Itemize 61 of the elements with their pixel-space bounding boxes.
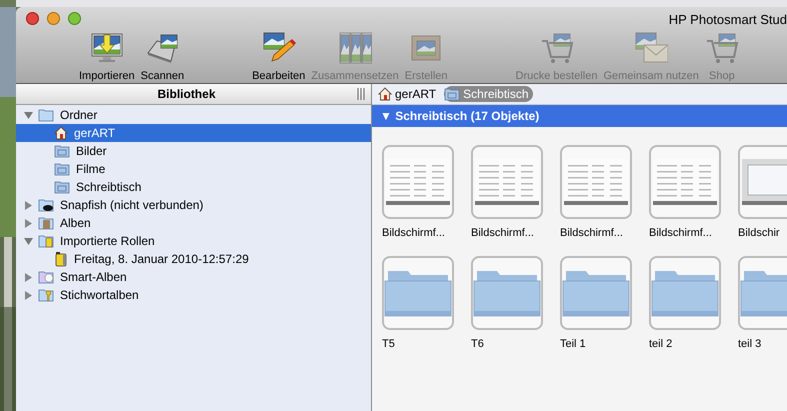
tree-item[interactable]: Schreibtisch bbox=[16, 178, 371, 196]
shopping-cart-icon bbox=[704, 31, 739, 65]
expanded-triangle-icon[interactable] bbox=[24, 110, 32, 120]
image-tile[interactable] bbox=[471, 145, 543, 219]
tree-item[interactable]: gerART bbox=[16, 124, 371, 142]
folder-icon bbox=[444, 87, 460, 101]
section-header[interactable]: ▼ Schreibtisch (17 Objekte) bbox=[372, 105, 787, 127]
folder-tile[interactable] bbox=[649, 256, 721, 330]
folder-icon bbox=[54, 162, 70, 176]
film-roll-icon bbox=[54, 251, 68, 267]
folder-book-icon bbox=[38, 216, 54, 230]
item-label: Teil 1 bbox=[560, 336, 586, 352]
item-label: Bildschirmf... bbox=[382, 226, 445, 241]
expanded-triangle-icon[interactable] bbox=[24, 236, 32, 246]
sidebar-title: Bibliothek bbox=[156, 86, 216, 103]
item-label: Bildschir bbox=[738, 226, 780, 241]
tree-item[interactable]: Alben bbox=[16, 214, 371, 232]
folder-icon bbox=[54, 144, 70, 158]
image-tile[interactable] bbox=[649, 145, 721, 219]
tree-item[interactable]: Filme bbox=[16, 160, 371, 178]
close-button[interactable] bbox=[26, 12, 39, 25]
window-title: HP Photosmart Stud bbox=[668, 11, 787, 29]
folder-icon bbox=[54, 180, 70, 194]
photo-panels-icon bbox=[338, 31, 372, 65]
monitor-download-icon bbox=[90, 31, 124, 65]
item-label: teil 2 bbox=[649, 336, 672, 352]
item-label: T6 bbox=[471, 336, 484, 352]
folder-film-roll-icon bbox=[38, 234, 54, 248]
image-tile[interactable] bbox=[382, 145, 454, 219]
toolbar-button[interactable]: Importieren bbox=[76, 31, 138, 84]
item-label: Bildschirmf... bbox=[471, 226, 534, 241]
tree-item[interactable]: Bilder bbox=[16, 142, 371, 160]
toolbar-button[interactable]: Scannen bbox=[138, 31, 188, 84]
tree-item[interactable]: Stichwortalben bbox=[16, 286, 371, 304]
item-label: Bildschirmf... bbox=[649, 226, 712, 241]
resize-handle-icon[interactable] bbox=[357, 88, 365, 100]
toolbar-button[interactable]: Bearbeiten bbox=[249, 31, 308, 84]
folder-tile[interactable] bbox=[560, 256, 632, 330]
folder-tile[interactable] bbox=[471, 256, 543, 330]
tree-item[interactable]: Freitag, 8. Januar 2010-12:57:29 bbox=[16, 250, 371, 268]
house-icon bbox=[54, 126, 68, 140]
breadcrumb-item[interactable]: gerART bbox=[378, 86, 440, 102]
image-tile[interactable] bbox=[560, 145, 632, 219]
photo-envelope-icon bbox=[634, 31, 668, 65]
tree-item[interactable]: Smart-Alben bbox=[16, 268, 371, 286]
tree-item[interactable]: Snapfish (nicht verbunden) bbox=[16, 196, 371, 214]
folder-key-icon bbox=[38, 288, 54, 302]
folder-icon bbox=[38, 108, 54, 122]
folder-lightbulb-icon bbox=[38, 270, 54, 284]
item-label: Bildschirmf... bbox=[560, 226, 623, 241]
folder-fish-icon bbox=[38, 198, 54, 212]
tree-item[interactable]: Importierte Rollen bbox=[16, 232, 371, 250]
minimize-button[interactable] bbox=[47, 12, 60, 25]
folder-tile[interactable] bbox=[382, 256, 454, 330]
breadcrumb-item[interactable]: Schreibtisch bbox=[444, 86, 533, 102]
item-label: teil 3 bbox=[738, 336, 762, 352]
shopping-cart-icon bbox=[540, 31, 574, 65]
zoom-button[interactable] bbox=[68, 12, 81, 25]
item-label: T5 bbox=[382, 336, 395, 352]
tree-item[interactable]: Ordner bbox=[16, 106, 371, 124]
house-icon bbox=[378, 87, 392, 101]
